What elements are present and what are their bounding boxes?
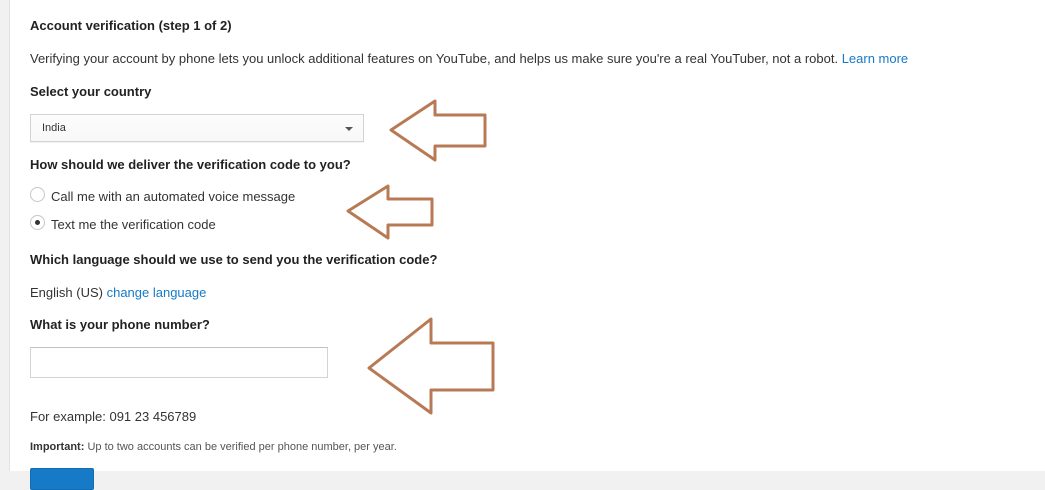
radio-text-message[interactable] [30, 215, 45, 230]
learn-more-link[interactable]: Learn more [842, 51, 908, 66]
arrow-left-icon [367, 317, 495, 415]
arrow-left-icon [389, 99, 487, 162]
important-text: Up to two accounts can be verified per p… [84, 441, 397, 453]
description-text: Verifying your account by phone lets you… [30, 51, 908, 66]
arrow-left-icon [346, 184, 434, 240]
arrow-shape-country [389, 99, 487, 162]
next-button[interactable] [30, 468, 94, 490]
important-note: Important: Up to two accounts can be ver… [30, 441, 397, 453]
language-line: English (US) change language [30, 285, 206, 300]
delivery-label: How should we deliver the verification c… [30, 157, 351, 172]
phone-example-text: For example: 091 23 456789 [30, 409, 197, 424]
language-value: English (US) [30, 285, 103, 300]
country-label: Select your country [30, 84, 152, 99]
change-language-link[interactable]: change language [107, 285, 207, 300]
language-label: Which language should we use to send you… [30, 252, 438, 267]
description-body: Verifying your account by phone lets you… [30, 51, 839, 66]
important-label: Important: [30, 441, 85, 453]
radio-voice-call[interactable] [30, 187, 45, 202]
arrow-shape-delivery [346, 184, 434, 240]
chevron-down-icon [345, 127, 353, 131]
country-select[interactable]: India [30, 114, 364, 142]
page-title: Account verification (step 1 of 2) [30, 18, 232, 33]
arrow-shape-phone [367, 317, 495, 415]
phone-label: What is your phone number? [30, 317, 210, 332]
verification-panel [9, 0, 1045, 471]
phone-number-input[interactable] [30, 347, 328, 378]
radio-voice-call-label[interactable]: Call me with an automated voice message [51, 189, 295, 204]
country-select-value: India [42, 122, 66, 134]
radio-text-message-label[interactable]: Text me the verification code [51, 217, 216, 232]
